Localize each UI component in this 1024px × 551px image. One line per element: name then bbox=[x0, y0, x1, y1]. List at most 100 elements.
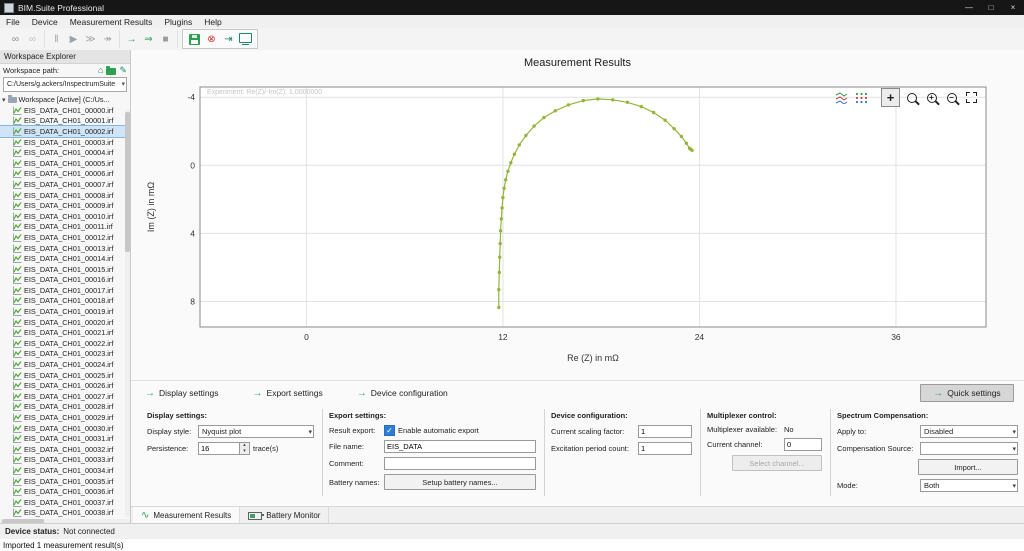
home-icon[interactable]: ⌂ bbox=[98, 66, 103, 75]
tree-file-item[interactable]: EIS_DATA_CH01_00026.irf bbox=[0, 380, 130, 391]
menu-item-plugins[interactable]: Plugins bbox=[158, 15, 198, 28]
nyquist-chart-svg[interactable]: 0122436-4048 bbox=[161, 80, 994, 349]
menu-item-device[interactable]: Device bbox=[26, 15, 64, 28]
scaling-factor-input[interactable] bbox=[638, 425, 692, 438]
tree-file-item[interactable]: EIS_DATA_CH01_00019.irf bbox=[0, 306, 130, 317]
chart-file-icon bbox=[13, 339, 22, 348]
tree-file-item[interactable]: EIS_DATA_CH01_00000.irf bbox=[0, 105, 130, 116]
tree-file-item[interactable]: EIS_DATA_CH01_00005.irf bbox=[0, 158, 130, 169]
unlink-device-icon[interactable]: ∞ bbox=[25, 32, 40, 47]
close-button[interactable]: × bbox=[1002, 0, 1024, 15]
tree-file-item[interactable]: EIS_DATA_CH01_00013.irf bbox=[0, 243, 130, 254]
tree-file-item[interactable]: EIS_DATA_CH01_00025.irf bbox=[0, 370, 130, 381]
show-points-icon[interactable] bbox=[853, 89, 870, 106]
export-icon[interactable]: ⇥ bbox=[221, 32, 236, 47]
tree-file-item[interactable]: EIS_DATA_CH01_00033.irf bbox=[0, 455, 130, 466]
tree-file-item[interactable]: EIS_DATA_CH01_00009.irf bbox=[0, 200, 130, 211]
minimize-button[interactable]: — bbox=[958, 0, 980, 15]
play-icon[interactable]: ▶ bbox=[66, 32, 81, 47]
chart-toolbar: ++− bbox=[833, 88, 980, 107]
spin-down-icon[interactable]: ▾ bbox=[240, 449, 249, 455]
persistence-spinner[interactable]: ▴ ▾ bbox=[198, 442, 250, 455]
zoom-in-icon[interactable]: + bbox=[923, 89, 940, 106]
tree-file-item[interactable]: EIS_DATA_CH01_00002.irf bbox=[0, 126, 130, 137]
tree-file-item[interactable]: EIS_DATA_CH01_00010.irf bbox=[0, 211, 130, 222]
zoom-select-icon[interactable] bbox=[903, 89, 920, 106]
fast-forward-icon[interactable]: ↠ bbox=[100, 32, 115, 47]
fit-view-icon[interactable] bbox=[963, 89, 980, 106]
tree-file-item[interactable]: EIS_DATA_CH01_00031.irf bbox=[0, 433, 130, 444]
tree-file-item[interactable]: EIS_DATA_CH01_00038.irf bbox=[0, 508, 130, 519]
open-folder-icon[interactable] bbox=[106, 68, 116, 75]
edit-path-icon[interactable]: ✎ bbox=[119, 66, 127, 75]
menu-item-measurement-results[interactable]: Measurement Results bbox=[64, 15, 159, 28]
quick-settings-button[interactable]: → Quick settings bbox=[920, 384, 1014, 402]
display-style-select[interactable]: Nyquist plot bbox=[198, 425, 314, 438]
tab-display-settings[interactable]: → Display settings bbox=[145, 388, 219, 399]
abort-icon[interactable]: ⊗ bbox=[204, 32, 219, 47]
tree-vertical-scrollbar[interactable] bbox=[125, 110, 130, 517]
select-channel-button[interactable]: Select channel... bbox=[732, 455, 822, 471]
stop-icon[interactable]: ■ bbox=[158, 32, 173, 47]
tree-file-item[interactable]: EIS_DATA_CH01_00016.irf bbox=[0, 275, 130, 286]
tree-file-item[interactable]: EIS_DATA_CH01_00020.irf bbox=[0, 317, 130, 328]
tree-file-item[interactable]: EIS_DATA_CH01_00001.irf bbox=[0, 116, 130, 127]
excitation-count-input[interactable] bbox=[638, 442, 692, 455]
tree-file-item[interactable]: EIS_DATA_CH01_00003.irf bbox=[0, 137, 130, 148]
run-all-icon[interactable]: ⇒ bbox=[141, 32, 156, 47]
pan-tool-icon[interactable]: + bbox=[881, 88, 900, 107]
tab-device-configuration[interactable]: → Device configuration bbox=[357, 388, 448, 399]
tree-file-item[interactable]: EIS_DATA_CH01_00027.irf bbox=[0, 391, 130, 402]
run-measurement-icon[interactable]: → bbox=[124, 32, 139, 47]
tree-file-item[interactable]: EIS_DATA_CH01_00029.irf bbox=[0, 412, 130, 423]
auto-export-checkbox[interactable]: ✓ bbox=[384, 425, 395, 436]
tree-file-item[interactable]: EIS_DATA_CH01_00017.irf bbox=[0, 285, 130, 296]
persistence-input[interactable] bbox=[198, 442, 239, 455]
apply-to-select[interactable]: Disabled bbox=[920, 425, 1018, 438]
workspace-path-combobox[interactable]: C:/Users/g.ackers/InspectrumSuite bbox=[3, 77, 127, 92]
tree-file-item[interactable]: EIS_DATA_CH01_00007.irf bbox=[0, 179, 130, 190]
tree-file-item[interactable]: EIS_DATA_CH01_00034.irf bbox=[0, 465, 130, 476]
save-icon[interactable] bbox=[187, 32, 202, 47]
tree-file-item[interactable]: EIS_DATA_CH01_00021.irf bbox=[0, 327, 130, 338]
step-forward-icon[interactable]: ≫ bbox=[83, 32, 98, 47]
tree-file-item[interactable]: EIS_DATA_CH01_00015.irf bbox=[0, 264, 130, 275]
current-channel-input[interactable] bbox=[784, 438, 822, 451]
tree-file-item[interactable]: EIS_DATA_CH01_00030.irf bbox=[0, 423, 130, 434]
expand-arrow-icon[interactable]: ▾ bbox=[2, 96, 6, 104]
workspace-root-node[interactable]: ▾Workspace [Active] (C:/Us... bbox=[0, 94, 130, 105]
menu-item-file[interactable]: File bbox=[0, 15, 26, 28]
tree-file-item[interactable]: EIS_DATA_CH01_00022.irf bbox=[0, 338, 130, 349]
file-name-input[interactable] bbox=[384, 440, 536, 453]
import-button[interactable]: Import... bbox=[918, 459, 1018, 475]
tree-file-item[interactable]: EIS_DATA_CH01_00018.irf bbox=[0, 296, 130, 307]
link-device-icon[interactable]: ∞ bbox=[8, 32, 23, 47]
tree-file-item[interactable]: EIS_DATA_CH01_00014.irf bbox=[0, 253, 130, 264]
tree-file-item[interactable]: EIS_DATA_CH01_00006.irf bbox=[0, 169, 130, 180]
tree-file-item[interactable]: EIS_DATA_CH01_00012.irf bbox=[0, 232, 130, 243]
svg-text:8: 8 bbox=[190, 296, 195, 306]
maximize-button[interactable]: □ bbox=[980, 0, 1002, 15]
zoom-out-icon[interactable]: − bbox=[943, 89, 960, 106]
tree-file-item[interactable]: EIS_DATA_CH01_00032.irf bbox=[0, 444, 130, 455]
mode-select[interactable]: Both bbox=[920, 479, 1018, 492]
compensation-source-select[interactable] bbox=[920, 442, 1018, 455]
tree-file-item[interactable]: EIS_DATA_CH01_00023.irf bbox=[0, 349, 130, 360]
tree-file-item[interactable]: EIS_DATA_CH01_00008.irf bbox=[0, 190, 130, 201]
device-monitor-icon[interactable] bbox=[238, 32, 253, 47]
pause-icon[interactable]: ‖ bbox=[49, 32, 64, 47]
show-traces-icon[interactable] bbox=[833, 89, 850, 106]
menu-item-help[interactable]: Help bbox=[198, 15, 227, 28]
comment-input[interactable] bbox=[384, 457, 536, 470]
tab-export-settings[interactable]: → Export settings bbox=[253, 388, 323, 399]
setup-battery-names-button[interactable]: Setup battery names... bbox=[384, 474, 536, 490]
tree-file-item[interactable]: EIS_DATA_CH01_00037.irf bbox=[0, 497, 130, 508]
tab-battery-monitor[interactable]: Battery Monitor bbox=[240, 507, 329, 524]
tree-file-item[interactable]: EIS_DATA_CH01_00035.irf bbox=[0, 476, 130, 487]
tree-file-item[interactable]: EIS_DATA_CH01_00011.irf bbox=[0, 222, 130, 233]
tree-file-item[interactable]: EIS_DATA_CH01_00024.irf bbox=[0, 359, 130, 370]
tree-file-item[interactable]: EIS_DATA_CH01_00028.irf bbox=[0, 402, 130, 413]
tree-file-item[interactable]: EIS_DATA_CH01_00004.irf bbox=[0, 147, 130, 158]
tree-file-item[interactable]: EIS_DATA_CH01_00036.irf bbox=[0, 486, 130, 497]
tab-measurement-results[interactable]: ∿ Measurement Results bbox=[133, 507, 240, 524]
